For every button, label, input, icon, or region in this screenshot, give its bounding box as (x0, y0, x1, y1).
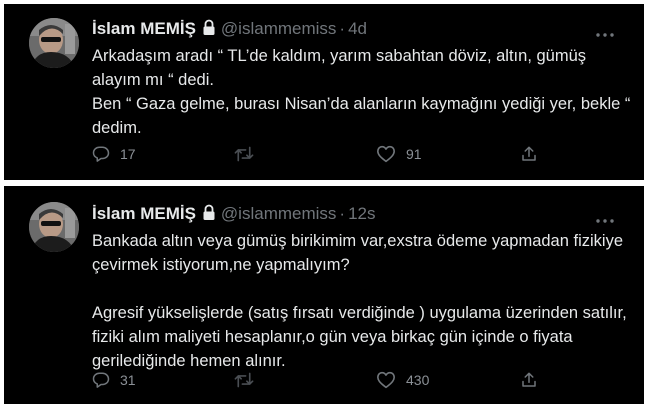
avatar[interactable] (29, 18, 79, 68)
retweet-button[interactable] (234, 368, 264, 392)
tweet-timestamp[interactable]: 12s (348, 204, 375, 223)
reply-icon (92, 145, 110, 163)
author-handle[interactable]: @islammemiss (221, 19, 336, 38)
heart-icon (376, 371, 396, 389)
action-bar: 31 430 (92, 368, 552, 392)
tweet-line: Arkadaşım aradı “ TL’de kaldım, yarım sa… (92, 47, 587, 89)
author-name[interactable]: İslam MEMİŞ (92, 19, 196, 38)
author-name[interactable]: İslam MEMİŞ (92, 204, 196, 223)
retweet-button[interactable] (234, 142, 264, 166)
more-options-icon[interactable] (596, 210, 614, 228)
share-button[interactable] (520, 368, 548, 392)
reply-count: 31 (120, 372, 136, 388)
lock-icon (201, 204, 217, 227)
tweet-card[interactable]: İslam MEMİŞ @islammemiss · 12s Bankada altı… (4, 186, 644, 404)
retweet-icon (234, 371, 254, 389)
tweet-header: İslam MEMİŞ @islammemiss · 12s (92, 203, 376, 227)
share-button[interactable] (520, 142, 548, 166)
reply-button[interactable]: 31 (92, 368, 136, 392)
avatar[interactable] (29, 202, 79, 252)
tweet-header: İslam MEMİŞ @islammemiss · 4d (92, 18, 367, 42)
like-button[interactable]: 430 (376, 368, 429, 392)
retweet-icon (234, 145, 254, 163)
tweet-line: Bankada altın veya gümüş birikimim var,e… (92, 232, 623, 274)
tweet-line: Ben “ Gaza gelme, burası Nisan’da alanla… (92, 95, 631, 137)
tweet-text: Bankada altın veya gümüş birikimim var,e… (92, 229, 632, 373)
more-options-icon[interactable] (596, 24, 614, 42)
tweet-text: Arkadaşım aradı “ TL’de kaldım, yarım sa… (92, 44, 632, 140)
tweet-timestamp[interactable]: 4d (348, 19, 367, 38)
like-count: 91 (406, 146, 422, 162)
tweet-card[interactable]: İslam MEMİŞ @islammemiss · 4d Arkadaşım ara… (4, 4, 644, 180)
like-button[interactable]: 91 (376, 142, 422, 166)
like-count: 430 (406, 372, 430, 388)
author-handle[interactable]: @islammemiss (221, 204, 336, 223)
share-icon (520, 371, 538, 389)
heart-icon (376, 145, 396, 163)
tweet-line: Agresif yükselişlerde (satış fırsatı ver… (92, 304, 627, 370)
reply-button[interactable]: 17 (92, 142, 136, 166)
separator-dot: · (339, 19, 346, 38)
action-bar: 17 91 (92, 142, 552, 166)
lock-icon (201, 19, 217, 42)
share-icon (520, 145, 538, 163)
separator-dot: · (339, 204, 346, 223)
reply-count: 17 (120, 146, 136, 162)
reply-icon (92, 371, 110, 389)
